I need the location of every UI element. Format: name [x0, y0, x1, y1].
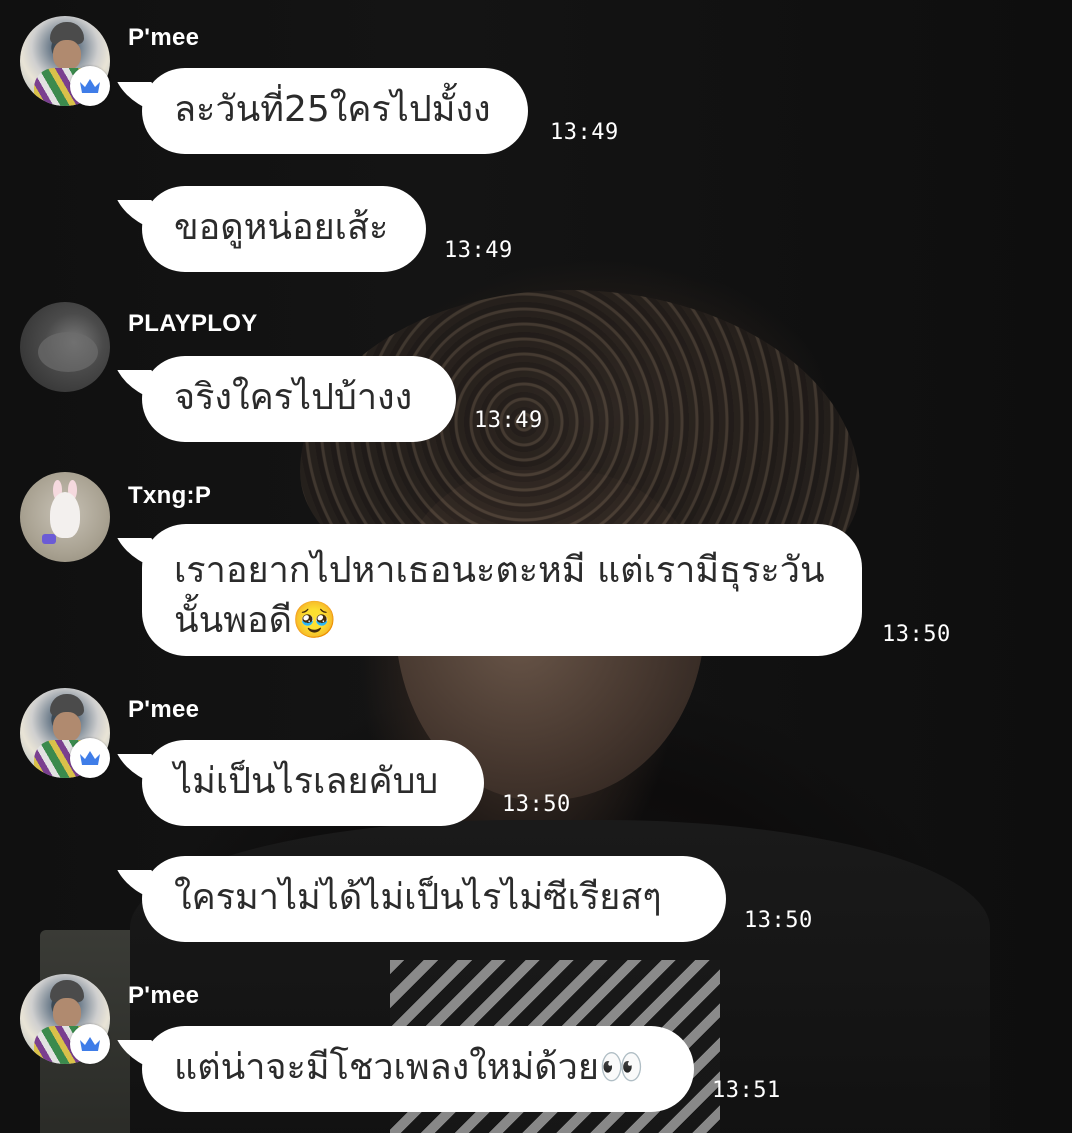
message-bubble[interactable]: ไม่เป็นไรเลยคับบ [142, 740, 484, 826]
message-bubble[interactable]: เราอยากไปหาเธอนะตะหมี แต่เรามีธุระวัน นั… [142, 524, 862, 656]
sender-name: PLAYPLOY [128, 310, 258, 337]
avatar-playploy[interactable] [20, 302, 110, 392]
message-bubble[interactable]: ขอดูหน่อยเส้ะ [142, 186, 426, 272]
avatar-txng[interactable] [20, 472, 110, 562]
message-bubble[interactable]: ใครมาไม่ได้ไม่เป็นไรไม่ซีเรียสๆ [142, 856, 726, 942]
sender-name: Txng:P [128, 482, 212, 509]
message-time: 13:50 [882, 622, 951, 647]
sender-name: P'mee [128, 24, 200, 51]
message-time: 13:50 [502, 792, 571, 817]
sender-name: P'mee [128, 696, 200, 723]
crown-icon [70, 66, 110, 106]
sender-name: P'mee [128, 982, 200, 1009]
message-time: 13:49 [550, 120, 619, 145]
crown-icon [70, 1024, 110, 1064]
crown-icon [70, 738, 110, 778]
message-time: 13:51 [712, 1078, 781, 1103]
message-time: 13:50 [744, 908, 813, 933]
message-bubble[interactable]: แต่น่าจะมีโชวเพลงใหม่ด้วย👀 [142, 1026, 694, 1112]
message-line: นั้นพอดี🥹 [174, 600, 337, 641]
message-line: เราอยากไปหาเธอนะตะหมี แต่เรามีธุระวัน [174, 550, 825, 591]
message-time: 13:49 [474, 408, 543, 433]
message-bubble[interactable]: ละวันที่25ใครไปมั้งง [142, 68, 528, 154]
message-time: 13:49 [444, 238, 513, 263]
message-bubble[interactable]: จริงใครไปบ้างง [142, 356, 456, 442]
